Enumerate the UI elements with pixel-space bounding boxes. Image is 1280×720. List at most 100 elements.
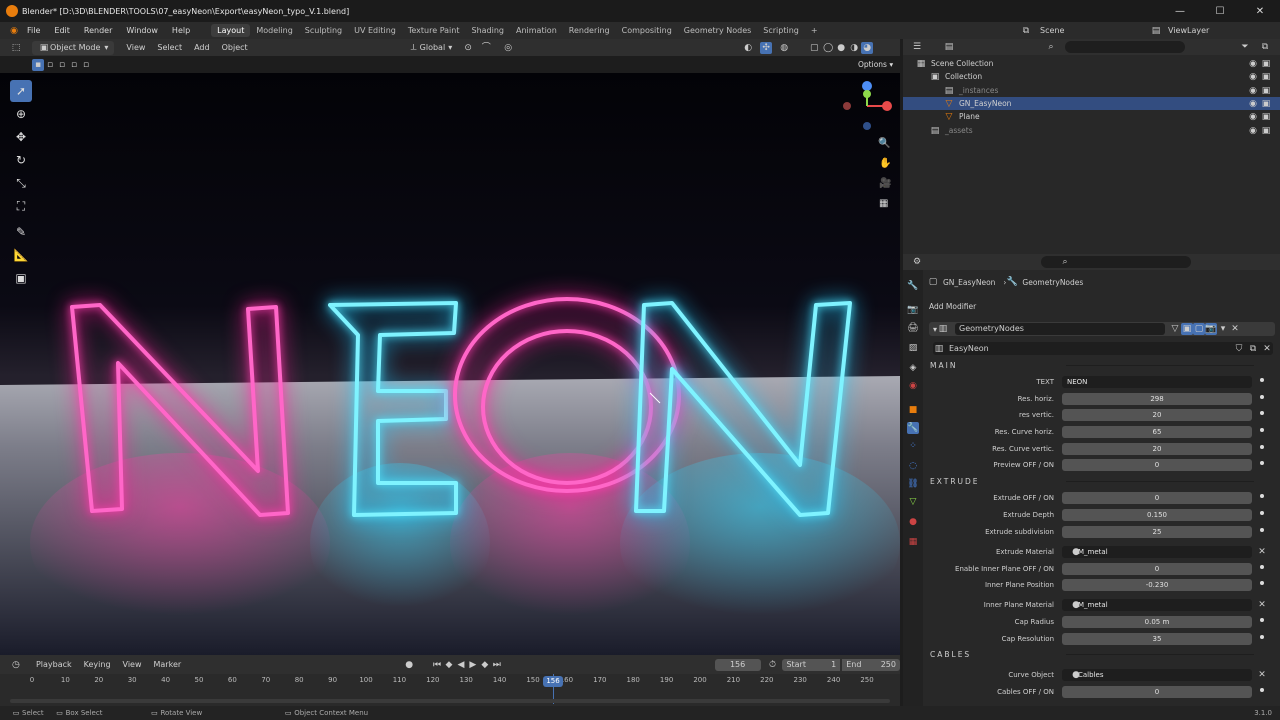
zoom-icon[interactable]: 🔍 bbox=[878, 138, 890, 149]
visibility-icon[interactable]: ◐ bbox=[742, 42, 754, 54]
property-field[interactable]: M_metal bbox=[1062, 546, 1252, 558]
fake-user-icon[interactable]: ⛉ bbox=[1233, 343, 1245, 355]
modifier-name-field[interactable]: GeometryNodes bbox=[955, 323, 1166, 335]
physics-tab-icon[interactable]: ◌ bbox=[907, 460, 919, 472]
select-mode-invert-icon[interactable]: ▫ bbox=[68, 59, 80, 71]
mode-dropdown[interactable]: ▣ Object Mode ▾ bbox=[32, 40, 115, 55]
camera-icon[interactable]: ▣ bbox=[1260, 125, 1272, 137]
shading-material-icon[interactable]: ◑ bbox=[848, 42, 860, 54]
keyframe-dot-icon[interactable] bbox=[1260, 428, 1264, 432]
select-mode-extend-icon[interactable]: ▫ bbox=[44, 59, 56, 71]
menu-edit[interactable]: Edit bbox=[47, 26, 77, 35]
eye-icon[interactable]: ◉ bbox=[1247, 71, 1259, 83]
timeline-editor-icon[interactable]: ◷ bbox=[10, 659, 22, 671]
scene-tab-icon[interactable]: ◈ bbox=[907, 362, 919, 374]
camera-view-icon[interactable]: 🎥 bbox=[879, 178, 891, 189]
property-field[interactable]: 25 bbox=[1062, 526, 1252, 538]
unlink-icon[interactable]: ✕ bbox=[1261, 343, 1273, 355]
close-icon[interactable]: ✕ bbox=[1229, 323, 1241, 335]
cursor-tool-icon[interactable]: ⊕ bbox=[10, 103, 32, 125]
select-mode-subtract-icon[interactable]: ▫ bbox=[56, 59, 68, 71]
select-tool-icon[interactable]: ➚ bbox=[10, 80, 32, 102]
outliner-row[interactable]: ▣ Collection ◉ ▣ bbox=[903, 70, 1280, 83]
camera-icon[interactable]: ▣ bbox=[1260, 98, 1272, 110]
tab-compositing[interactable]: Compositing bbox=[616, 24, 678, 37]
tab-sculpting[interactable]: Sculpting bbox=[299, 24, 348, 37]
menu-keying[interactable]: Keying bbox=[78, 659, 117, 670]
keyframe-dot-icon[interactable] bbox=[1260, 618, 1264, 622]
navigation-gizmo[interactable]: 🔍 ✋ 🎥 ▦ bbox=[836, 76, 896, 216]
minimize-button[interactable]: — bbox=[1160, 0, 1200, 22]
play-icon[interactable]: ▶ bbox=[467, 659, 479, 671]
measure-tool-icon[interactable]: 📐 bbox=[10, 244, 32, 266]
render-tab-icon[interactable]: 📷 bbox=[907, 304, 919, 316]
tab-geometry-nodes[interactable]: Geometry Nodes bbox=[678, 24, 757, 37]
jump-start-icon[interactable]: ⏮ bbox=[431, 659, 443, 671]
keyframe-dot-icon[interactable] bbox=[1260, 494, 1264, 498]
viewport-toggle-icon[interactable]: ▣ bbox=[1181, 323, 1194, 335]
clear-field-icon[interactable]: ✕ bbox=[1256, 669, 1268, 681]
world-tab-icon[interactable]: ◉ bbox=[907, 380, 919, 392]
start-frame-field[interactable]: Start 1 bbox=[782, 658, 841, 671]
data-tab-icon[interactable]: ▽ bbox=[907, 496, 919, 508]
camera-icon[interactable]: ▣ bbox=[1260, 111, 1272, 123]
menu-select[interactable]: Select bbox=[151, 42, 188, 53]
outliner-row[interactable]: ▦ Scene Collection ◉ ▣ bbox=[903, 57, 1280, 70]
overlay-icon[interactable]: ◍ bbox=[778, 42, 790, 54]
camera-icon[interactable]: ▣ bbox=[1260, 58, 1272, 70]
keyframe-dot-icon[interactable] bbox=[1260, 688, 1264, 692]
viewlayer-selector[interactable]: ▤ ViewLayer bbox=[1150, 24, 1260, 37]
outliner-row[interactable]: ▽ Plane ◉ ▣ bbox=[903, 110, 1280, 123]
gizmo-toggle-icon[interactable]: ✣ bbox=[760, 41, 773, 54]
stopwatch-icon[interactable]: ⏱ bbox=[767, 659, 779, 671]
outliner-row[interactable]: ▤ _assets ◉ ▣ bbox=[903, 124, 1280, 137]
menu-timeline-view[interactable]: View bbox=[117, 659, 148, 670]
property-field[interactable]: 0 bbox=[1062, 459, 1252, 471]
keyframe-dot-icon[interactable] bbox=[1260, 581, 1264, 585]
tab-rendering[interactable]: Rendering bbox=[563, 24, 616, 37]
properties-editor-icon[interactable]: ⚙ bbox=[911, 256, 923, 268]
outliner-row[interactable]: ▤ _instances ◉ ▣ bbox=[903, 84, 1280, 97]
node-group-selector[interactable]: ▥ EasyNeon ⛉ ⧉ ✕ bbox=[933, 342, 1273, 355]
pan-hand-icon[interactable]: ✋ bbox=[879, 158, 891, 169]
property-field[interactable]: 0.150 bbox=[1062, 509, 1252, 521]
constraints-tab-icon[interactable]: ⛓ bbox=[907, 478, 919, 490]
keyframe-dot-icon[interactable] bbox=[1260, 411, 1264, 415]
modifier-panel-header[interactable]: ▾ ▥ GeometryNodes ▽ ▣ ▢ 📷 ▾ ✕ bbox=[929, 322, 1275, 336]
property-field[interactable]: Calbles bbox=[1062, 669, 1252, 681]
keyframe-dot-icon[interactable] bbox=[1260, 395, 1264, 399]
scale-tool-icon[interactable]: ⤡ bbox=[10, 172, 32, 194]
property-field[interactable]: 0.05 m bbox=[1062, 616, 1252, 628]
scene-selector[interactable]: ⧉ Scene bbox=[1020, 24, 1120, 37]
clear-field-icon[interactable]: ✕ bbox=[1256, 546, 1268, 558]
annotate-tool-icon[interactable]: ✎ bbox=[10, 221, 32, 243]
property-field[interactable]: 0 bbox=[1062, 492, 1252, 504]
menu-add[interactable]: Add bbox=[188, 42, 216, 53]
tool-tab-icon[interactable]: 🔧 bbox=[907, 280, 919, 292]
keyframe-dot-icon[interactable] bbox=[1260, 378, 1264, 382]
timeline-scrollbar[interactable] bbox=[10, 699, 890, 703]
tab-texture-paint[interactable]: Texture Paint bbox=[402, 24, 466, 37]
menu-help[interactable]: Help bbox=[165, 26, 197, 35]
property-field[interactable]: 35 bbox=[1062, 633, 1252, 645]
particles-tab-icon[interactable]: ⁘ bbox=[907, 440, 919, 452]
keyframe-dot-icon[interactable] bbox=[1260, 565, 1264, 569]
property-field[interactable]: M_metal bbox=[1062, 599, 1252, 611]
jump-end-icon[interactable]: ⏭ bbox=[491, 659, 503, 671]
record-icon[interactable]: ● bbox=[403, 659, 415, 671]
tab-scripting[interactable]: Scripting bbox=[757, 24, 805, 37]
keyframe-dot-icon[interactable] bbox=[1260, 528, 1264, 532]
outliner-editor-icon[interactable]: ☰ bbox=[911, 41, 923, 53]
menu-marker[interactable]: Marker bbox=[148, 659, 188, 670]
output-tab-icon[interactable]: 🖨 bbox=[907, 322, 919, 334]
transform-tool-icon[interactable]: ⛶ bbox=[10, 195, 32, 217]
rotate-tool-icon[interactable]: ↻ bbox=[10, 149, 32, 171]
proportional-edit-icon[interactable]: ◎ bbox=[502, 42, 514, 54]
outliner-search-input[interactable] bbox=[1065, 41, 1185, 53]
object-tab-icon[interactable]: ■ bbox=[907, 404, 919, 416]
property-field[interactable]: 20 bbox=[1062, 443, 1252, 455]
outliner-row[interactable]: ▽ GN_EasyNeon ◉ ▣ bbox=[903, 97, 1280, 110]
options-dropdown[interactable]: Options ▾ bbox=[858, 60, 893, 69]
view-layer-tab-icon[interactable]: ▨ bbox=[907, 342, 919, 354]
frame-ruler[interactable]: 0 10 20 30 40 50 60 70 80 90 100 110 120 130 140 150 160… bbox=[0, 674, 900, 688]
